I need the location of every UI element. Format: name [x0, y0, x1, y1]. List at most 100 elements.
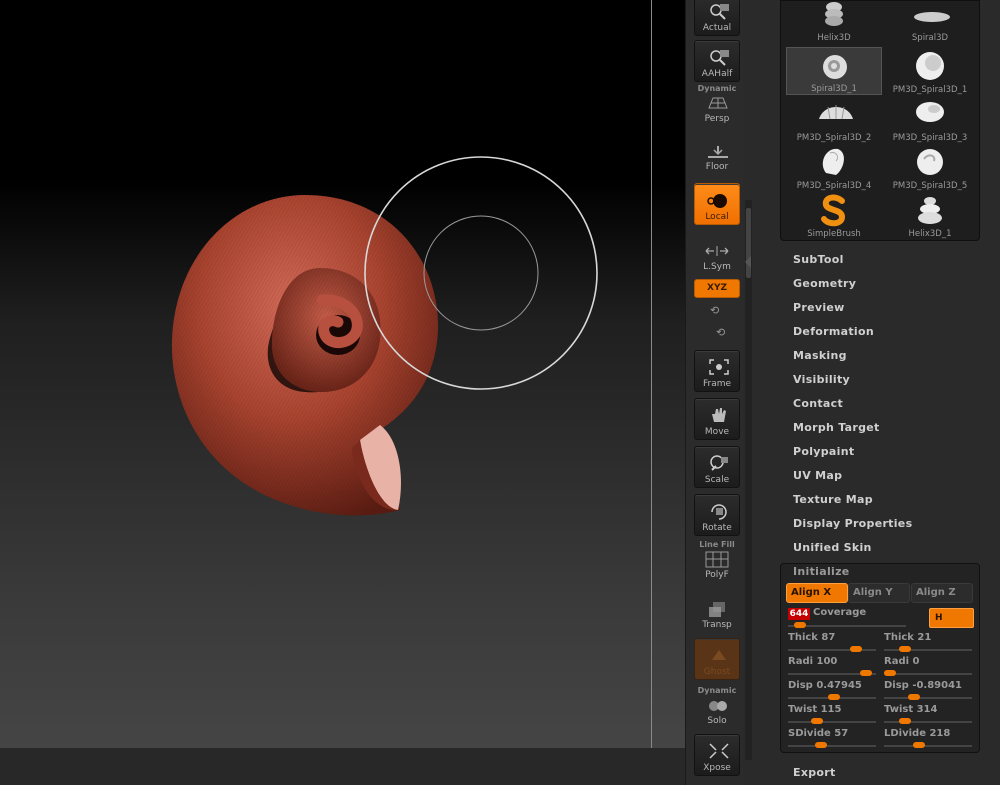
- slider-knob[interactable]: [811, 718, 823, 724]
- display-properties-menu[interactable]: Display Properties: [793, 517, 912, 530]
- actual-button[interactable]: Actual: [694, 0, 740, 36]
- masking-menu[interactable]: Masking: [793, 349, 847, 362]
- shelf-scrollbar[interactable]: [745, 200, 752, 760]
- geometry-menu[interactable]: Geometry: [793, 277, 856, 290]
- tool-thumb-simplebrush[interactable]: SimpleBrush: [786, 191, 882, 239]
- subtool-menu[interactable]: SubTool: [793, 253, 844, 266]
- ribbed-shell-icon: [819, 105, 853, 120]
- coverage-slider[interactable]: [788, 608, 908, 632]
- move-button[interactable]: Move: [694, 398, 740, 440]
- init-slider[interactable]: Disp -0.89041: [884, 680, 974, 704]
- scale-label: Scale: [704, 475, 730, 485]
- contact-menu[interactable]: Contact: [793, 397, 843, 410]
- aahalf-label: AAHalf: [701, 69, 733, 79]
- align-x-button[interactable]: Align X: [786, 583, 848, 603]
- aahalf-button[interactable]: AAHalf: [694, 40, 740, 82]
- slider-label: Radi 100: [788, 656, 838, 667]
- h-toggle-button[interactable]: H: [929, 608, 974, 628]
- tool-thumb-pm3d-spiral3d-4[interactable]: PM3D_Spiral3D_4: [786, 143, 882, 191]
- slider-label: Disp 0.47945: [788, 680, 862, 691]
- slider-knob[interactable]: [899, 718, 911, 724]
- transparency-icon: [709, 602, 725, 617]
- transp-button[interactable]: Transp: [694, 590, 740, 632]
- init-slider[interactable]: Radi 0: [884, 656, 974, 680]
- slider-track: [884, 649, 972, 651]
- polyframe-grid-icon: [705, 551, 729, 568]
- init-slider[interactable]: Thick 87: [788, 632, 878, 656]
- align-z-button[interactable]: Align Z: [911, 583, 973, 603]
- polypaint-menu[interactable]: Polypaint: [793, 445, 854, 458]
- tool-thumb-pm3d-spiral3d-5[interactable]: PM3D_Spiral3D_5: [882, 143, 978, 191]
- ghost-button[interactable]: Ghost: [694, 638, 740, 680]
- spiral-shell-icon: [823, 55, 847, 79]
- helix-coil-icon: [918, 197, 942, 224]
- init-slider[interactable]: LDivide 218: [884, 728, 974, 752]
- tool-thumb-helix3d[interactable]: Helix3D: [786, 0, 882, 43]
- solo-button[interactable]: Dynamic Solo: [694, 686, 740, 728]
- init-slider[interactable]: Twist 115: [788, 704, 878, 728]
- texture-map-menu[interactable]: Texture Map: [793, 493, 873, 506]
- visibility-menu[interactable]: Visibility: [793, 373, 850, 386]
- tool-thumb-helix3d-1[interactable]: Helix3D_1: [882, 191, 978, 239]
- init-slider[interactable]: SDivide 57: [788, 728, 878, 752]
- slider-knob[interactable]: [908, 694, 920, 700]
- init-slider[interactable]: Thick 21: [884, 632, 974, 656]
- xpose-button[interactable]: Xpose: [694, 734, 740, 776]
- initialize-header[interactable]: Initialize: [793, 565, 850, 578]
- tool-name: SimpleBrush: [807, 229, 861, 239]
- canvas-viewport[interactable]: [0, 0, 685, 748]
- frame-label: Frame: [702, 379, 732, 389]
- frame-button[interactable]: Frame: [694, 350, 740, 392]
- preview-menu[interactable]: Preview: [793, 301, 845, 314]
- slider-knob[interactable]: [828, 694, 840, 700]
- tool-name: Spiral3D_1: [811, 84, 857, 94]
- xyz-rotate-button[interactable]: XYZ: [694, 279, 740, 298]
- tool-thumb-pm3d-spiral3d-3[interactable]: PM3D_Spiral3D_3: [882, 95, 978, 143]
- slider-knob[interactable]: [860, 670, 872, 676]
- tool-thumb-spiral3d-1[interactable]: Spiral3D_1: [786, 47, 882, 95]
- init-slider[interactable]: Twist 314: [884, 704, 974, 728]
- slider-knob[interactable]: [850, 646, 862, 652]
- tool-name: Spiral3D: [911, 33, 949, 43]
- tool-name: PM3D_Spiral3D_1: [892, 85, 968, 95]
- bottom-tray: [0, 748, 685, 785]
- slider-label: Thick 87: [788, 632, 836, 643]
- tool-name: PM3D_Spiral3D_2: [796, 133, 872, 143]
- slider-knob[interactable]: [913, 742, 925, 748]
- persp-button[interactable]: Dynamic Persp: [694, 84, 740, 126]
- init-slider[interactable]: Radi 100: [788, 656, 878, 680]
- slider-knob[interactable]: [884, 670, 896, 676]
- slider-knob[interactable]: [899, 646, 911, 652]
- lsym-button[interactable]: L.Sym: [694, 232, 740, 274]
- symmetry-arrows-icon: [705, 246, 729, 256]
- tool-name: PM3D_Spiral3D_3: [892, 133, 968, 143]
- local-button[interactable]: Local: [694, 183, 740, 225]
- tool-thumb-pm3d-spiral3d-2[interactable]: PM3D_Spiral3D_2: [786, 95, 882, 143]
- transp-label: Transp: [702, 620, 732, 630]
- y-rotate-icon[interactable]: ⟲: [710, 304, 719, 317]
- floor-button[interactable]: Floor: [694, 132, 740, 174]
- polyf-button[interactable]: Line Fill PolyF: [694, 540, 740, 582]
- horn-shell-icon: [822, 148, 844, 175]
- simplebrush-s-icon: [821, 194, 846, 227]
- morph-target-menu[interactable]: Morph Target: [793, 421, 880, 434]
- spiral-shell-model[interactable]: [0, 0, 685, 748]
- slider-label: Disp -0.89041: [884, 680, 963, 691]
- align-y-button[interactable]: Align Y: [848, 583, 910, 603]
- slider-knob[interactable]: [815, 742, 827, 748]
- unified-skin-menu[interactable]: Unified Skin: [793, 541, 872, 554]
- tool-thumb-pm3d-spiral3d-1[interactable]: PM3D_Spiral3D_1: [882, 47, 978, 95]
- deformation-menu[interactable]: Deformation: [793, 325, 874, 338]
- viewport-boundary-line: [651, 0, 652, 748]
- collapse-arrow-icon[interactable]: [745, 256, 751, 268]
- rotate-button[interactable]: Rotate: [694, 494, 740, 536]
- slider-label: Twist 314: [884, 704, 938, 715]
- z-rotate-icon[interactable]: ⟲: [716, 326, 725, 339]
- conch-icon: [916, 102, 944, 122]
- export-menu[interactable]: Export: [793, 766, 836, 779]
- scale-button[interactable]: Scale: [694, 446, 740, 488]
- tool-thumb-spiral3d[interactable]: Spiral3D: [882, 0, 978, 43]
- slider-knob[interactable]: [794, 622, 806, 628]
- init-slider[interactable]: Disp 0.47945: [788, 680, 878, 704]
- uv-map-menu[interactable]: UV Map: [793, 469, 842, 482]
